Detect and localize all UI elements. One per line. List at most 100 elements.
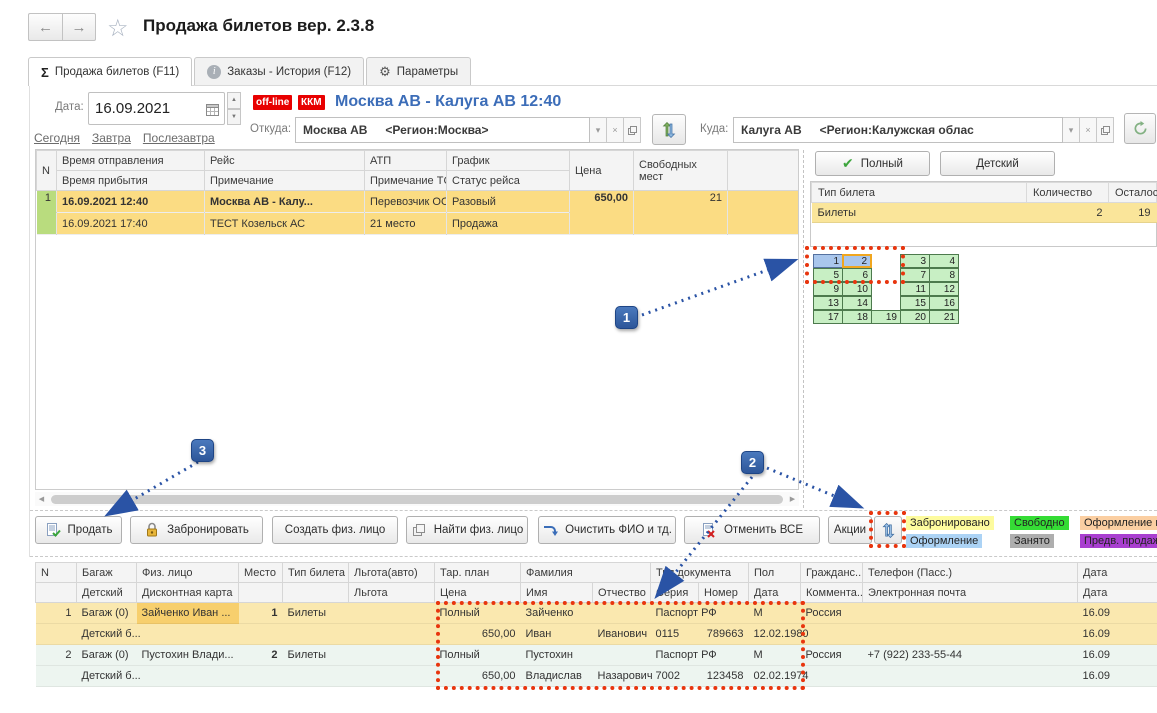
flight-row[interactable]: 1 16.09.2021 12:40 Москва АВ - Калу... П… [37,191,800,213]
date-step-up[interactable]: ▲ [227,92,241,109]
column-header[interactable]: Серия [651,583,699,603]
column-header[interactable]: Тип билета [283,563,349,583]
child-ticket-button[interactable]: Детский [940,151,1055,176]
column-header-quantity[interactable]: Количество [1027,183,1109,203]
column-header-schedule[interactable]: График [447,151,570,171]
seat-10[interactable]: 10 [842,282,872,296]
column-header-price[interactable]: Цена [570,151,634,191]
passenger-row[interactable]: Детский б...650,00ВладиславНазарович7002… [36,666,1157,687]
full-ticket-button[interactable]: ✔ Полный [815,151,930,176]
panel-splitter-vertical[interactable] [803,150,804,508]
scrollbar-thumb[interactable] [51,495,783,504]
horizontal-scrollbar[interactable]: ◀ ▶ [35,492,799,506]
seat-2[interactable]: 2 [842,254,872,268]
column-header[interactable]: N [36,563,77,583]
to-open-icon[interactable] [1097,117,1114,143]
date-input[interactable]: 16.09.2021 [88,92,225,125]
column-header-ticket-type[interactable]: Тип билета [812,183,1027,203]
seat-12[interactable]: 12 [929,282,959,296]
seat-14[interactable]: 14 [842,296,872,310]
to-clear-icon[interactable]: × [1080,117,1097,143]
column-header[interactable] [283,583,349,603]
from-dropdown-icon[interactable]: ▾ [590,117,607,143]
column-header[interactable]: Электронная почта [863,583,1078,603]
column-header[interactable]: Коммента... [801,583,863,603]
seat-6[interactable]: 6 [842,268,872,282]
column-header-status[interactable]: Статус рейса [447,171,570,191]
from-clear-icon[interactable]: × [607,117,624,143]
date-step-down[interactable]: ▼ [227,109,241,126]
column-header[interactable]: Физ. лицо [137,563,239,583]
ticket-type-row[interactable]: Билеты 2 19 [812,203,1157,223]
column-header-n[interactable]: N [37,151,57,191]
column-header-depart[interactable]: Время отправления [57,151,205,171]
column-header-arrive[interactable]: Время прибытия [57,171,205,191]
seat-7[interactable]: 7 [900,268,930,282]
calendar-icon[interactable] [206,103,219,116]
promotions-button[interactable]: Акции [828,516,872,544]
scroll-left-icon[interactable]: ◀ [35,495,48,503]
clear-fio-button[interactable]: Очистить ФИО и тд. [538,516,676,544]
to-field[interactable]: Калуга АВ <Регион:Калужская облас [733,117,1063,143]
column-header[interactable]: Тип документа [651,563,749,583]
column-header[interactable]: Пол [749,563,801,583]
tab-orders-history[interactable]: i Заказы - История (F12) [194,57,364,85]
column-header[interactable]: Дата [1078,563,1157,583]
forward-button[interactable]: → [62,13,96,41]
reserve-button[interactable]: Забронировать [130,516,263,544]
seat-11[interactable]: 11 [900,282,930,296]
link-after-tomorrow[interactable]: Послезавтра [143,131,215,145]
passenger-row[interactable]: 2Багаж (0)Пустохин Влади...2БилетыПолный… [36,645,1157,666]
tab-parameters[interactable]: ⚙ Параметры [366,57,471,85]
column-header[interactable]: Дата [1078,583,1157,603]
seat-8[interactable]: 8 [929,268,959,282]
panel-splitter-bottom[interactable] [30,556,1157,557]
panel-splitter-top[interactable] [30,510,1157,511]
seat-3[interactable]: 3 [900,254,930,268]
from-field[interactable]: Москва АВ <Регион:Москва> [295,117,590,143]
seat-19[interactable]: 19 [871,310,901,324]
column-header-atp[interactable]: АТП [365,151,447,171]
column-header[interactable]: Багаж [77,563,137,583]
seat-1[interactable]: 1 [813,254,843,268]
column-header[interactable]: Телефон (Пасс.) [863,563,1078,583]
tab-ticket-sale[interactable]: Σ Продажа билетов (F11) [28,57,192,86]
seat-15[interactable]: 15 [900,296,930,310]
column-header[interactable] [36,583,77,603]
create-person-button[interactable]: Создать физ. лицо [272,516,398,544]
column-header-vehicle-note[interactable]: Примечание ТС [365,171,447,191]
column-header[interactable]: Гражданс... [801,563,863,583]
column-header-remaining[interactable]: Осталось [1109,183,1157,203]
cancel-all-button[interactable]: Отменить ВСЕ [684,516,820,544]
sell-button[interactable]: Продать [35,516,122,544]
column-header[interactable]: Дата [749,583,801,603]
column-header[interactable]: Номер [699,583,749,603]
column-header[interactable]: Детский [77,583,137,603]
seat-4[interactable]: 4 [929,254,959,268]
seat-5[interactable]: 5 [813,268,843,282]
column-header[interactable]: Тар. план [435,563,521,583]
column-header[interactable]: Льгота(авто) [349,563,435,583]
column-header[interactable]: Фамилия [521,563,651,583]
column-header-route[interactable]: Рейс [205,151,365,171]
seat-16[interactable]: 16 [929,296,959,310]
favorite-star-icon[interactable]: ☆ [107,14,129,43]
column-header[interactable]: Отчество [593,583,651,603]
column-header[interactable]: Имя [521,583,593,603]
column-header[interactable]: Дисконтная карта [137,583,239,603]
swap-from-to-button[interactable] [652,114,686,145]
seat-21[interactable]: 21 [929,310,959,324]
seat-13[interactable]: 13 [813,296,843,310]
column-header-note[interactable]: Примечание [205,171,365,191]
seat-9[interactable]: 9 [813,282,843,296]
column-header[interactable] [239,583,283,603]
column-header[interactable]: Цена [435,583,521,603]
refresh-button[interactable] [1124,113,1156,144]
seat-20[interactable]: 20 [900,310,930,324]
column-header[interactable]: Льгота [349,583,435,603]
passenger-row[interactable]: Детский б...650,00ИванИванович0115789663… [36,624,1157,645]
column-header[interactable]: Место [239,563,283,583]
link-today[interactable]: Сегодня [34,131,80,145]
seat-17[interactable]: 17 [813,310,843,324]
seat-18[interactable]: 18 [842,310,872,324]
